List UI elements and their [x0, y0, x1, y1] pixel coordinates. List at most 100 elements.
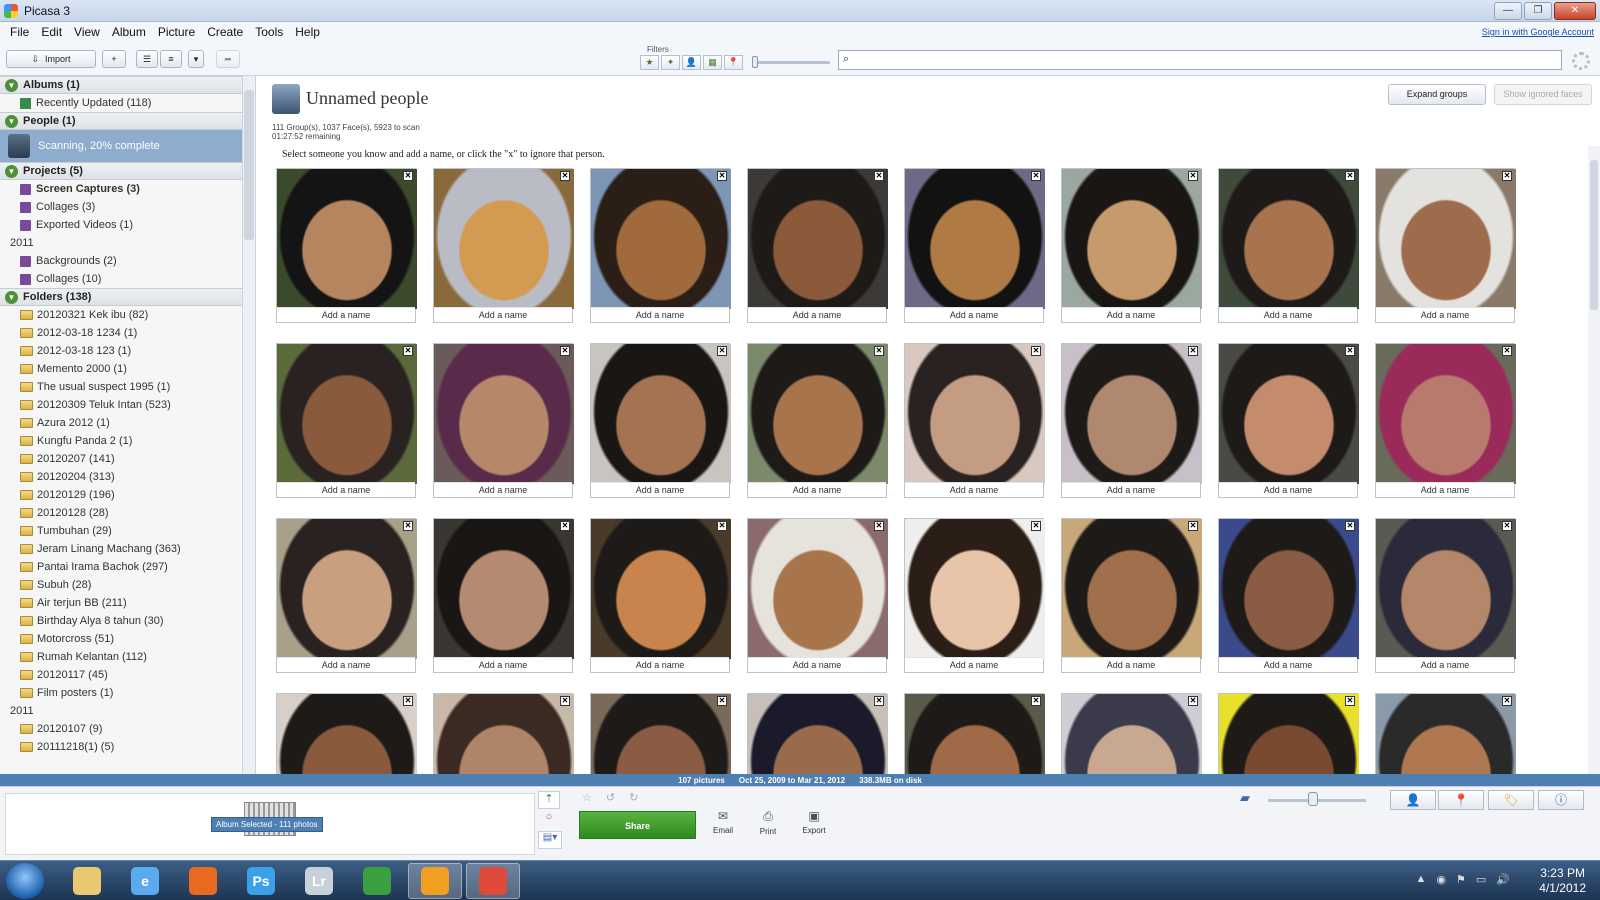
face-thumbnail[interactable]: ✕: [433, 693, 574, 774]
main-scroll-thumb[interactable]: [1590, 160, 1598, 310]
add-to-album-button[interactable]: +: [102, 50, 126, 68]
face-photo[interactable]: [277, 169, 417, 309]
face-photo[interactable]: [905, 344, 1045, 484]
collapse-toggle-icon[interactable]: ▼: [5, 78, 18, 92]
geotag-filter-icon[interactable]: 📍: [724, 55, 743, 70]
ignore-face-close-icon[interactable]: ✕: [717, 521, 727, 531]
collapse-toggle-icon[interactable]: ▼: [5, 290, 18, 304]
face-photo[interactable]: [591, 694, 731, 774]
ignore-face-close-icon[interactable]: ✕: [403, 696, 413, 706]
face-thumbnail[interactable]: ✕ Add a name: [747, 343, 888, 498]
taskbar-app-button[interactable]: [350, 863, 404, 899]
sidebar-item-folder[interactable]: Memento 2000 (1): [0, 360, 242, 378]
menu-help[interactable]: Help: [289, 25, 326, 39]
face-photo[interactable]: [1219, 694, 1359, 774]
uploaded-filter-icon[interactable]: ▦: [703, 55, 722, 70]
print-button[interactable]: ⎙ Print: [748, 809, 788, 836]
ignore-face-close-icon[interactable]: ✕: [1502, 171, 1512, 181]
people-section-header[interactable]: ▼ People (1): [0, 112, 242, 130]
maximize-button[interactable]: ❐: [1524, 2, 1552, 20]
taskbar-app-button[interactable]: [466, 863, 520, 899]
face-photo[interactable]: [277, 519, 417, 659]
add-name-field[interactable]: Add a name: [591, 657, 729, 672]
face-photo[interactable]: [591, 344, 731, 484]
menu-album[interactable]: Album: [106, 25, 152, 39]
face-thumbnail[interactable]: ✕: [590, 693, 731, 774]
face-thumbnail[interactable]: ✕ Add a name: [590, 518, 731, 673]
add-name-field[interactable]: Add a name: [1219, 307, 1357, 322]
sidebar-item-recently-updated[interactable]: Recently Updated (118): [0, 94, 242, 112]
ignore-face-close-icon[interactable]: ✕: [1188, 171, 1198, 181]
add-name-field[interactable]: Add a name: [1376, 307, 1514, 322]
sidebar-item-collages-2011[interactable]: Collages (10): [0, 270, 242, 288]
face-thumbnail[interactable]: ✕: [1218, 693, 1359, 774]
face-photo[interactable]: [1062, 519, 1202, 659]
sidebar-item-screen-captures[interactable]: Screen Captures (3): [0, 180, 242, 198]
face-thumbnail[interactable]: ✕ Add a name: [1218, 168, 1359, 323]
add-name-field[interactable]: Add a name: [1219, 482, 1357, 497]
face-thumbnail[interactable]: ✕ Add a name: [1061, 343, 1202, 498]
people-panel-button[interactable]: 👤: [1390, 790, 1436, 810]
ignore-face-close-icon[interactable]: ✕: [1345, 171, 1355, 181]
face-thumbnail[interactable]: ✕: [1375, 693, 1516, 774]
sidebar-item-folder[interactable]: 20111218(1) (5): [0, 738, 242, 756]
sidebar-item-folder[interactable]: 20120309 Teluk Intan (523): [0, 396, 242, 414]
sidebar-item-folder[interactable]: Pantai Irama Bachok (297): [0, 558, 242, 576]
taskbar-app-button[interactable]: [60, 863, 114, 899]
ignore-face-close-icon[interactable]: ✕: [1031, 521, 1041, 531]
ignore-face-close-icon[interactable]: ✕: [1502, 521, 1512, 531]
main-scrollbar[interactable]: [1588, 146, 1600, 774]
face-photo[interactable]: [1219, 344, 1359, 484]
face-thumbnail[interactable]: ✕ Add a name: [590, 168, 731, 323]
search-box[interactable]: ⌕: [838, 50, 1562, 70]
add-name-field[interactable]: Add a name: [434, 307, 572, 322]
ignore-face-close-icon[interactable]: ✕: [403, 521, 413, 531]
face-thumbnail[interactable]: ✕ Add a name: [433, 168, 574, 323]
tree-view-button[interactable]: ≡: [160, 50, 182, 68]
face-photo[interactable]: [591, 519, 731, 659]
face-thumbnail[interactable]: ✕ Add a name: [1061, 168, 1202, 323]
sidebar-item-folder[interactable]: Jeram Linang Machang (363): [0, 540, 242, 558]
ignore-face-close-icon[interactable]: ✕: [717, 346, 727, 356]
face-photo[interactable]: [434, 169, 574, 309]
face-photo[interactable]: [1376, 169, 1516, 309]
action-center-flag-icon[interactable]: ⚑: [1456, 873, 1466, 886]
network-globe-icon[interactable]: ◉: [1436, 873, 1446, 886]
face-photo[interactable]: [591, 169, 731, 309]
selection-tray[interactable]: Album Selected - 111 photos: [5, 793, 535, 855]
date-filter-slider-knob[interactable]: [752, 56, 758, 68]
back-button[interactable]: ➦: [216, 50, 240, 68]
rotate-right-icon[interactable]: ↻: [629, 791, 638, 807]
folders-section-header[interactable]: ▼ Folders (138): [0, 288, 242, 306]
ignore-face-close-icon[interactable]: ✕: [560, 696, 570, 706]
ignore-face-close-icon[interactable]: ✕: [1345, 696, 1355, 706]
face-photo[interactable]: [434, 519, 574, 659]
face-photo[interactable]: [1376, 519, 1516, 659]
face-thumbnail[interactable]: ✕: [904, 693, 1045, 774]
export-button[interactable]: ▣ Export: [794, 809, 834, 835]
ignore-face-close-icon[interactable]: ✕: [403, 346, 413, 356]
add-name-field[interactable]: Add a name: [748, 307, 886, 322]
menu-view[interactable]: View: [68, 25, 106, 39]
sidebar-item-folder[interactable]: 2012-03-18 123 (1): [0, 342, 242, 360]
add-name-field[interactable]: Add a name: [748, 482, 886, 497]
face-thumbnail[interactable]: ✕: [276, 693, 417, 774]
sidebar-item-folder[interactable]: 20120117 (45): [0, 666, 242, 684]
face-photo[interactable]: [434, 694, 574, 774]
face-photo[interactable]: [1219, 519, 1359, 659]
face-thumbnail[interactable]: ✕ Add a name: [1061, 518, 1202, 673]
face-thumbnail[interactable]: ✕ Add a name: [433, 343, 574, 498]
ignore-face-close-icon[interactable]: ✕: [1031, 171, 1041, 181]
face-thumbnail[interactable]: ✕ Add a name: [1375, 343, 1516, 498]
ignore-face-close-icon[interactable]: ✕: [560, 171, 570, 181]
hold-pin-icon[interactable]: ⇡: [538, 791, 560, 809]
date-filter-slider-track[interactable]: [752, 61, 830, 64]
ignore-face-close-icon[interactable]: ✕: [1502, 696, 1512, 706]
sidebar-item-folder[interactable]: Tumbuhan (29): [0, 522, 242, 540]
tags-panel-button[interactable]: 🏷: [1488, 790, 1534, 810]
face-photo[interactable]: [1062, 344, 1202, 484]
face-thumbnail[interactable]: ✕ Add a name: [747, 168, 888, 323]
add-name-field[interactable]: Add a name: [905, 657, 1043, 672]
sidebar-item-unnamed-people[interactable]: Scanning, 20% complete: [0, 130, 242, 162]
face-photo[interactable]: [277, 344, 417, 484]
